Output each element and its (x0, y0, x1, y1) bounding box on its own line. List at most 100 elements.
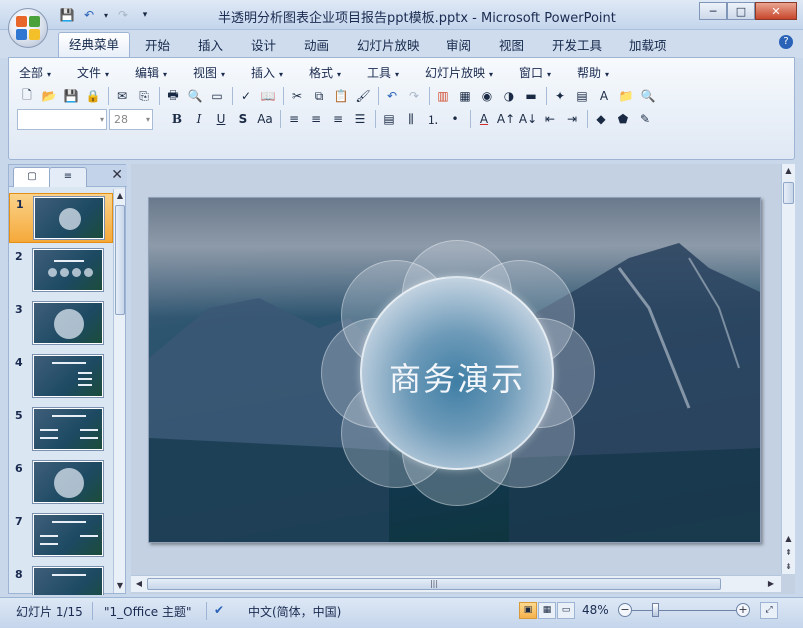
scroll-down-icon[interactable]: ▼ (114, 579, 126, 593)
color-grayscale-icon[interactable]: ◑ (499, 86, 519, 106)
save-icon[interactable]: 💾 (61, 86, 81, 106)
print-icon[interactable]: 🖶 (163, 86, 183, 106)
text-box-icon[interactable]: A (594, 86, 614, 106)
tab-developer[interactable]: 开发工具 (546, 35, 608, 57)
previous-slide-icon[interactable]: ⇞ (782, 546, 795, 560)
customize-icon[interactable]: ▾ (136, 6, 154, 24)
zoom-slider[interactable] (632, 610, 736, 611)
columns-icon[interactable]: ⫼ (401, 109, 421, 129)
scroll-thumb[interactable] (783, 182, 794, 204)
cut-icon[interactable]: ✂ (287, 86, 307, 106)
slide-thumbnail[interactable]: 3 (9, 299, 113, 349)
horizontal-scrollbar[interactable]: ◀ ||| ▶ (131, 575, 781, 592)
slide-thumbnail[interactable]: 6 (9, 458, 113, 508)
scroll-thumb[interactable] (115, 205, 125, 315)
panel-scrollbar[interactable]: ▲ ▼ (113, 189, 125, 593)
menu-help[interactable]: 帮助 ▾ (577, 64, 609, 81)
slide-thumbnail[interactable]: 2 (9, 246, 113, 296)
research-icon[interactable]: 📖 (258, 86, 278, 106)
tab-view[interactable]: 视图 (493, 35, 530, 57)
slide-thumbnail[interactable]: 5 (9, 405, 113, 455)
fit-to-window-button[interactable]: ⤢ (760, 602, 778, 619)
close-panel-icon[interactable]: ✕ (111, 167, 123, 183)
folder-icon[interactable]: 📁 (616, 86, 636, 106)
align-right-icon[interactable]: ≡ (328, 109, 348, 129)
slide-sorter-button[interactable]: ▦ (538, 602, 556, 619)
italic-icon[interactable]: I (189, 109, 209, 129)
change-case-icon[interactable]: Aa (255, 109, 275, 129)
font-color-icon[interactable]: A (474, 109, 494, 129)
email-icon[interactable]: ✉ (112, 86, 132, 106)
normal-view-button[interactable]: ▣ (519, 602, 537, 619)
language-indicator[interactable]: 中文(简体，中国) (248, 603, 341, 620)
insert-chart-icon[interactable]: ▥ (433, 86, 453, 106)
maximize-button[interactable]: □ (727, 2, 755, 20)
tab-animation[interactable]: 动画 (298, 35, 335, 57)
slideshow-button[interactable]: ▭ (557, 602, 575, 619)
slide-thumbnail[interactable]: 8 (9, 564, 113, 595)
shapes-icon[interactable]: ⬟ (613, 109, 633, 129)
menu-file[interactable]: 文件 ▾ (77, 64, 109, 81)
spell-check-icon[interactable]: ✔ (214, 603, 224, 617)
redo-icon[interactable]: ↷ (404, 86, 424, 106)
line-color-icon[interactable]: ✎ (635, 109, 655, 129)
new-slide-icon[interactable]: ✦ (550, 86, 570, 106)
help-icon[interactable]: ? (779, 35, 793, 49)
close-button[interactable]: ✕ (755, 2, 797, 20)
menu-slideshow[interactable]: 幻灯片放映 ▾ (425, 64, 493, 81)
bold-icon[interactable]: B (167, 109, 187, 129)
menu-format[interactable]: 格式 ▾ (309, 64, 341, 81)
slide-thumbnail[interactable]: 1 (9, 193, 113, 243)
shape-fill-icon[interactable]: ◆ (591, 109, 611, 129)
tab-review[interactable]: 审阅 (440, 35, 477, 57)
zoom-level[interactable]: 48% (582, 603, 609, 617)
zoom-icon[interactable]: 🔍 (638, 86, 658, 106)
insert-table-icon[interactable]: ▦ (455, 86, 475, 106)
zoom-slider-thumb[interactable] (652, 603, 659, 617)
align-center-icon[interactable]: ≡ (306, 109, 326, 129)
tab-outline[interactable]: ≡ (49, 167, 87, 187)
undo-icon[interactable]: ↶ (382, 86, 402, 106)
spelling-icon[interactable]: ✓ (236, 86, 256, 106)
tab-addins[interactable]: 加载项 (623, 35, 673, 57)
shadow-icon[interactable]: S (233, 109, 253, 129)
tab-home[interactable]: 开始 (139, 35, 176, 57)
new-document-icon[interactable]: 🗋 (17, 86, 37, 106)
font-size-select[interactable]: 28 ▾ (109, 109, 153, 130)
menu-view[interactable]: 视图 ▾ (193, 64, 225, 81)
tab-classic-menu[interactable]: 经典菜单 (58, 32, 131, 58)
next-slide-icon[interactable]: ⇟ (782, 560, 795, 574)
zoom-out-button[interactable]: − (618, 603, 632, 617)
smartart-icon[interactable]: ◉ (477, 86, 497, 106)
format-painter-icon[interactable]: 🖌 (353, 86, 373, 106)
current-slide[interactable]: 商务演示 (148, 197, 761, 543)
numbering-icon[interactable]: ⒈ (423, 109, 443, 129)
open-folder-icon[interactable]: 📂 (39, 86, 59, 106)
tab-design[interactable]: 设计 (245, 35, 282, 57)
menu-all[interactable]: 全部 ▾ (19, 64, 51, 81)
slide-title[interactable]: 商务演示 (360, 354, 554, 400)
layout-icon[interactable]: ▬ (521, 86, 541, 106)
increase-font-icon[interactable]: A↑ (496, 109, 516, 129)
menu-window[interactable]: 窗口 ▾ (519, 64, 551, 81)
tab-insert[interactable]: 插入 (192, 35, 229, 57)
decrease-indent-icon[interactable]: ⇤ (540, 109, 560, 129)
scroll-up-icon[interactable]: ▲ (782, 164, 795, 178)
scroll-right-icon[interactable]: ▶ (765, 577, 777, 591)
redo-icon[interactable]: ↷ (114, 6, 132, 24)
menu-tools[interactable]: 工具 ▾ (367, 64, 399, 81)
publish-icon[interactable]: ⎘ (134, 86, 154, 106)
increase-indent-icon[interactable]: ⇥ (562, 109, 582, 129)
justify-icon[interactable]: ☰ (350, 109, 370, 129)
slide-vertical-scrollbar[interactable]: ▲ ▲ ⇞ ⇟ (781, 164, 795, 574)
menu-edit[interactable]: 编辑 ▾ (135, 64, 167, 81)
menu-insert[interactable]: 插入 ▾ (251, 64, 283, 81)
paste-icon[interactable]: 📋 (331, 86, 351, 106)
minimize-button[interactable]: ─ (699, 2, 727, 20)
font-name-select[interactable]: ▾ (17, 109, 107, 130)
undo-icon[interactable]: ↶ (80, 6, 98, 24)
copy-icon[interactable]: ⧉ (309, 86, 329, 106)
zoom-in-button[interactable]: + (736, 603, 750, 617)
underline-icon[interactable]: U (211, 109, 231, 129)
tab-slides[interactable]: ▢ (13, 167, 51, 187)
